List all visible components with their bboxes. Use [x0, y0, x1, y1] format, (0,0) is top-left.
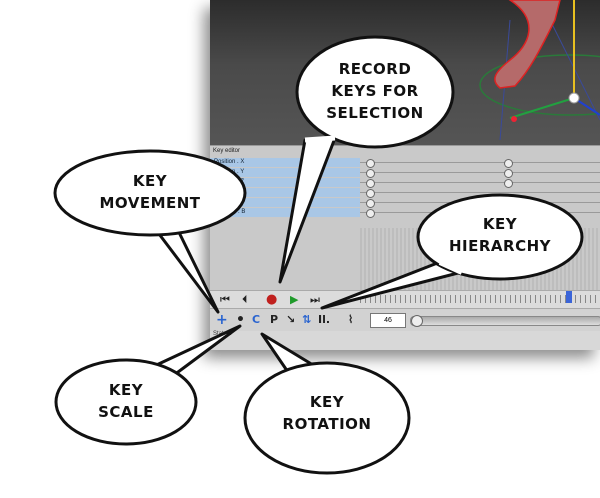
keyframe-track: [360, 198, 600, 208]
callout-text: KEY: [133, 172, 168, 190]
time-slider[interactable]: [410, 315, 600, 327]
callout-text: ROTATION: [283, 415, 372, 433]
callout-text: KEY: [109, 381, 144, 399]
keyframe-dot[interactable]: [366, 209, 375, 218]
keyframe-dot[interactable]: [366, 189, 375, 198]
keyframe-track: [360, 208, 600, 218]
frame-field[interactable]: [370, 313, 406, 328]
callout-tail-join: [289, 365, 319, 378]
record-button[interactable]: ●: [266, 293, 277, 307]
swap-tool[interactable]: ⇅: [302, 313, 311, 327]
app-window: Key editor Position . X Position . Y Pos…: [210, 0, 600, 350]
gizmo-point[interactable]: [511, 116, 517, 122]
graph-tool[interactable]: Il.: [318, 313, 330, 327]
keyframe-track: [360, 168, 600, 178]
status-label: Status:: [213, 331, 232, 337]
callout-tail-join: [148, 365, 172, 381]
timeline-ruler[interactable]: [360, 295, 600, 303]
pivot-handle[interactable]: [568, 92, 580, 104]
next-frame-button[interactable]: ⏭: [310, 293, 320, 307]
track-row[interactable]: Position . Z: [210, 178, 360, 187]
character-model[interactable]: [494, 0, 561, 89]
key-toolbar: + • C P ↘ ⇅ Il. ⌇: [210, 308, 600, 331]
keyframe-dot[interactable]: [366, 159, 375, 168]
prev-frame-button[interactable]: ⏴: [242, 293, 248, 307]
key-scale-tool[interactable]: •: [236, 313, 245, 327]
key-rotate-tool[interactable]: C: [252, 313, 260, 327]
track-row[interactable]: Rotation . B: [210, 208, 360, 217]
track-row[interactable]: Position . Y: [210, 168, 360, 177]
callout-bubble: [243, 361, 411, 475]
key-editor-panel: Key editor Position . X Position . Y Pos…: [210, 145, 600, 291]
keyframe-dot[interactable]: [504, 159, 513, 168]
keyframe-dot[interactable]: [504, 169, 513, 178]
arrow-tool[interactable]: ↘: [286, 313, 295, 327]
keyframe-track: [360, 188, 600, 198]
callout-tail-join: [149, 215, 173, 225]
keyframe-track: [360, 158, 600, 168]
callout-tail: [148, 216, 220, 314]
track-row[interactable]: Rotation . H: [210, 188, 360, 197]
viewport-scene: [479, 0, 600, 141]
playhead[interactable]: [566, 291, 572, 303]
track-keyframes: [360, 158, 600, 218]
first-frame-button[interactable]: ⏮: [220, 293, 230, 307]
key-hierarchy-tool[interactable]: P: [270, 313, 278, 327]
callout-text: SCALE: [98, 403, 154, 421]
track-row[interactable]: Rotation . P: [210, 198, 360, 207]
keyframe-dot[interactable]: [366, 169, 375, 178]
keyframe-dot[interactable]: [504, 179, 513, 188]
3d-viewport[interactable]: [210, 0, 600, 145]
time-slider-knob[interactable]: [411, 315, 423, 327]
timeline-area[interactable]: [360, 228, 600, 291]
play-button[interactable]: ▶: [290, 293, 298, 307]
curve-tool[interactable]: ⌇: [348, 313, 353, 327]
callout-text: KEY: [310, 393, 345, 411]
keyframe-dot[interactable]: [366, 179, 375, 188]
keyframe-track: [360, 178, 600, 188]
track-list: Position . X Position . Y Position . Z R…: [210, 158, 360, 218]
track-row[interactable]: Position . X: [210, 158, 360, 167]
transport-bar: ⏮ ⏴ ● ▶ ⏭: [210, 290, 600, 309]
callout-text: MOVEMENT: [99, 194, 200, 212]
keyframe-dot[interactable]: [366, 199, 375, 208]
key-move-tool[interactable]: +: [216, 313, 228, 327]
callout-key-rotation: KEY ROTATION: [243, 332, 411, 475]
callout-bubble: [54, 358, 198, 446]
key-editor-title: Key editor: [213, 148, 241, 154]
